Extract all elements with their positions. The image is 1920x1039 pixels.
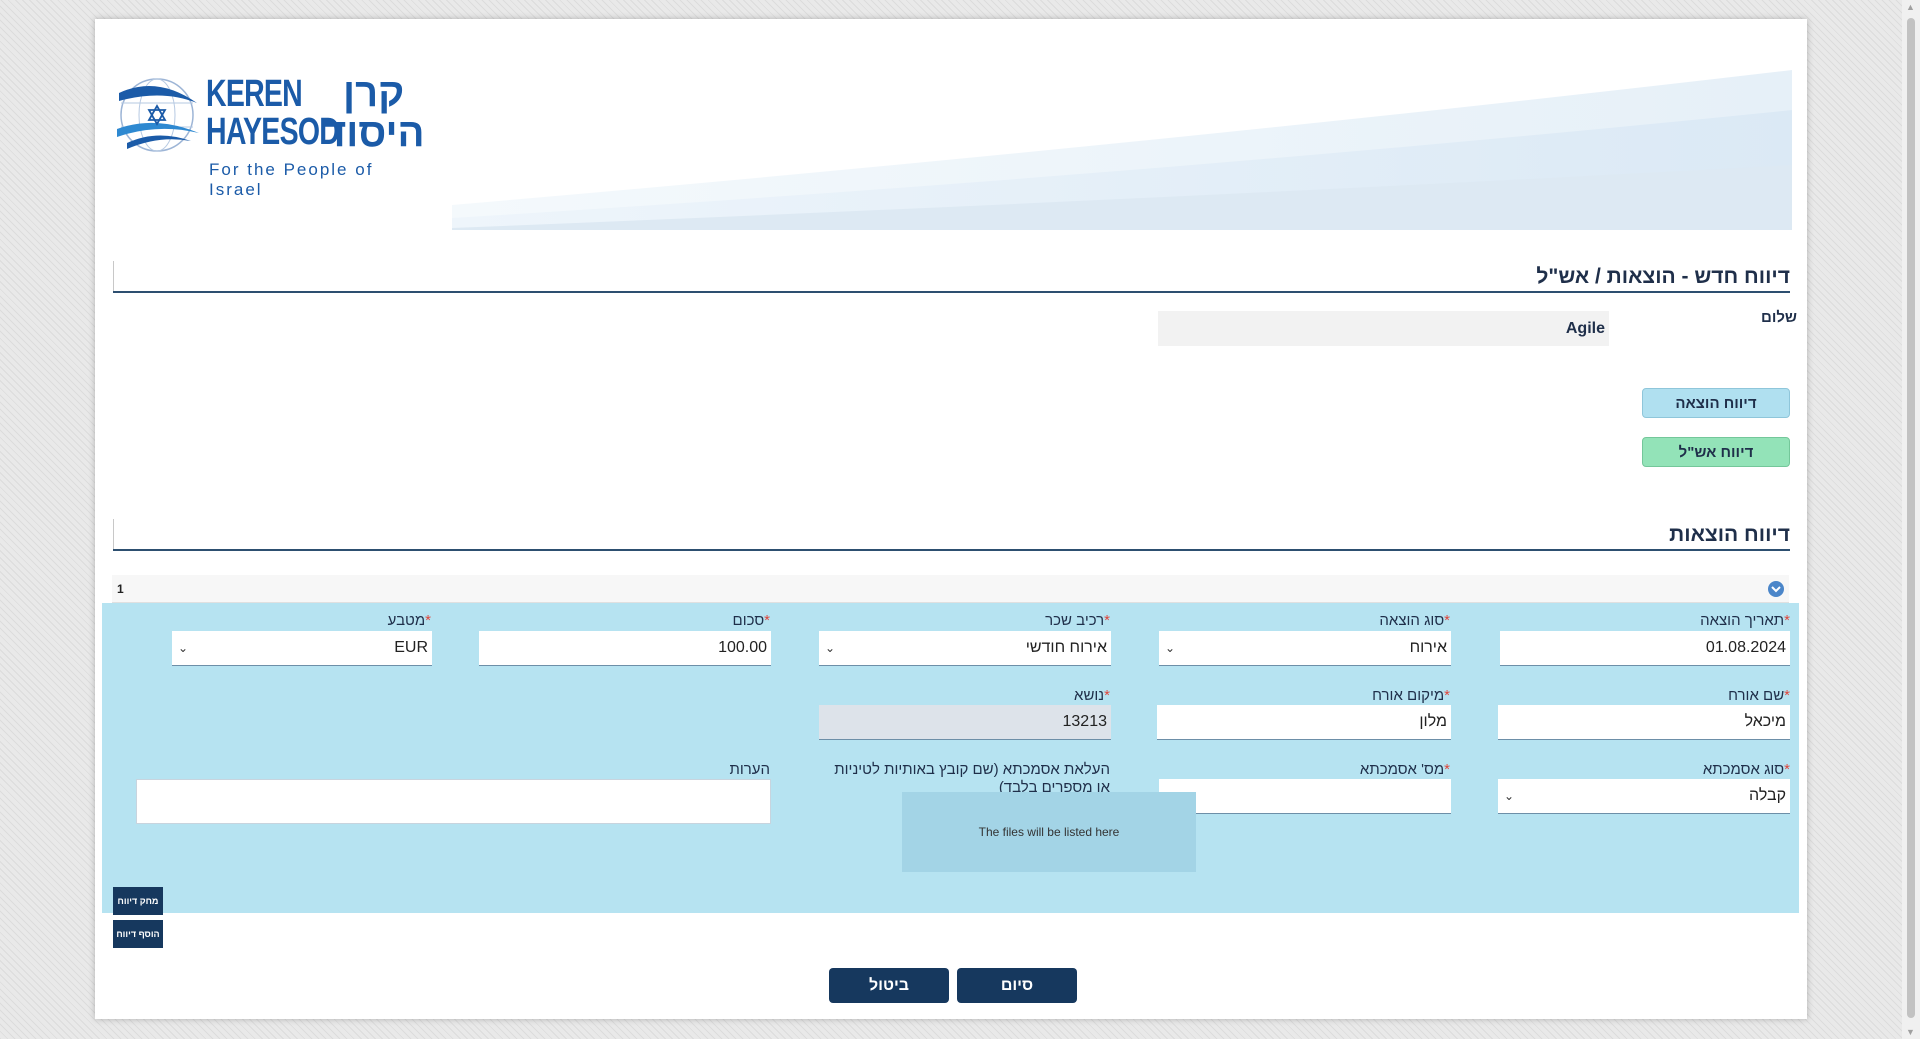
reference-number-label-text: מס' אסמכתא	[1359, 761, 1445, 778]
salary-component-select[interactable]: ⌄ אירוח חודשי	[819, 631, 1111, 666]
report-expense-button[interactable]: דיווח הוצאה	[1642, 388, 1790, 418]
title-divider-tick	[113, 261, 114, 291]
required-mark: *	[1784, 761, 1790, 778]
globe-icon	[117, 78, 199, 152]
guest-name-label: *שם אורח	[1728, 687, 1790, 705]
header-banner	[452, 70, 1792, 230]
guest-name-value: מיכאל	[1744, 713, 1786, 730]
expense-date-value: 01.08.2024	[1705, 639, 1786, 656]
logo-english-line2: HAYESOD	[206, 111, 340, 153]
cancel-button[interactable]: ביטול	[829, 968, 949, 1003]
currency-label: *מטבע	[388, 612, 431, 630]
expense-type-select[interactable]: ⌄ אירוח	[1159, 631, 1451, 666]
reference-type-select[interactable]: ⌄ קבלה	[1498, 779, 1790, 814]
add-report-button[interactable]: הוסף דיווח	[113, 920, 163, 948]
delete-report-button[interactable]: מחק דיווח	[113, 887, 163, 915]
required-mark: *	[1104, 612, 1110, 629]
amount-value: 100.00	[718, 639, 767, 656]
logo-english-line1: KEREN	[206, 73, 303, 115]
scroll-down-icon[interactable]: ▼	[1906, 1027, 1915, 1037]
title-divider	[113, 291, 1790, 293]
keren-hayesod-logo: KEREN HAYESOD קרן היסוד For the People o…	[117, 71, 427, 201]
currency-select[interactable]: ⌄ EUR	[172, 631, 432, 666]
subject-field: 13213	[819, 705, 1111, 740]
chevron-down-icon: ⌄	[825, 641, 836, 655]
reference-type-label-text: סוג אסמכתא	[1702, 761, 1785, 778]
expense-date-label: *תאריך הוצאה	[1700, 612, 1790, 630]
amount-field[interactable]: 100.00	[479, 631, 771, 666]
salary-component-label: *רכיב שכר	[1045, 612, 1110, 630]
file-upload-dropzone[interactable]: The files will be listed here	[902, 792, 1196, 872]
expense-row-number: 1	[117, 582, 124, 596]
amount-label-text: סכום	[732, 612, 765, 629]
required-mark: *	[764, 612, 770, 629]
guest-location-field[interactable]: מלון	[1157, 705, 1451, 740]
required-mark: *	[1444, 761, 1450, 778]
required-mark: *	[425, 612, 431, 629]
guest-location-label: *מיקום אורח	[1372, 687, 1450, 705]
expense-type-label: *סוג הוצאה	[1379, 612, 1450, 630]
salary-component-label-text: רכיב שכר	[1045, 612, 1105, 629]
required-mark: *	[1784, 612, 1790, 629]
currency-label-text: מטבע	[387, 612, 426, 629]
logo-tagline: For the People of Israel	[209, 160, 374, 199]
expenses-divider	[113, 549, 1790, 551]
subject-label-text: נושא	[1074, 687, 1105, 704]
page-container: KEREN HAYESOD קרן היסוד For the People o…	[95, 19, 1807, 1019]
guest-name-field[interactable]: מיכאל	[1498, 705, 1790, 740]
logo-hebrew-line2: היסוד	[323, 111, 425, 155]
chevron-down-icon: ⌄	[178, 641, 189, 655]
report-ashal-button[interactable]: דיווח אש"ל	[1642, 437, 1790, 467]
scroll-thumb[interactable]	[1907, 18, 1915, 1018]
logo-hebrew-line1: קרן	[343, 71, 405, 115]
reference-number-label: *מס' אסמכתא	[1360, 761, 1450, 779]
amount-label: *סכום	[733, 612, 770, 630]
guest-location-label-text: מיקום אורח	[1372, 687, 1445, 704]
salary-component-value: אירוח חודשי	[1025, 639, 1107, 656]
guest-name-label-text: שם אורח	[1728, 687, 1785, 704]
chevron-down-icon: ⌄	[1504, 789, 1515, 803]
reference-number-field[interactable]	[1159, 779, 1451, 814]
notes-label: הערות	[729, 761, 770, 778]
upload-placeholder: The files will be listed here	[978, 825, 1120, 839]
finish-button[interactable]: סיום	[957, 968, 1077, 1003]
expense-row-header[interactable]: 1	[112, 575, 1789, 603]
chevron-down-icon	[1771, 585, 1781, 592]
expenses-divider-tick	[113, 519, 114, 549]
expense-type-label-text: סוג הוצאה	[1379, 612, 1445, 629]
expenses-section-title: דיווח הוצאות	[1669, 523, 1790, 546]
greeting-label: שלום	[1761, 309, 1797, 326]
expense-date-label-text: תאריך הוצאה	[1700, 612, 1785, 629]
chevron-down-icon: ⌄	[1165, 641, 1176, 655]
guest-location-value: מלון	[1419, 713, 1447, 730]
reference-type-label: *סוג אסמכתא	[1703, 761, 1790, 779]
required-mark: *	[1444, 687, 1450, 704]
required-mark: *	[1784, 687, 1790, 704]
subject-label: *נושא	[1074, 687, 1110, 705]
page-title: דיווח חדש - הוצאות / אש"ל	[1536, 265, 1790, 288]
reference-type-value: קבלה	[1749, 787, 1786, 804]
scroll-up-icon[interactable]: ▲	[1906, 2, 1915, 12]
expense-date-field[interactable]: 01.08.2024	[1500, 631, 1790, 666]
subject-value: 13213	[1062, 713, 1108, 730]
currency-value: EUR	[394, 639, 428, 656]
required-mark: *	[1104, 687, 1110, 704]
notes-textarea[interactable]	[136, 779, 771, 824]
expense-type-value: אירוח	[1409, 639, 1447, 656]
vertical-scrollbar[interactable]: ▲ ▼	[1902, 0, 1920, 1039]
collapse-row-button[interactable]	[1768, 581, 1784, 597]
required-mark: *	[1444, 612, 1450, 629]
username-display: Agile	[1158, 311, 1609, 346]
